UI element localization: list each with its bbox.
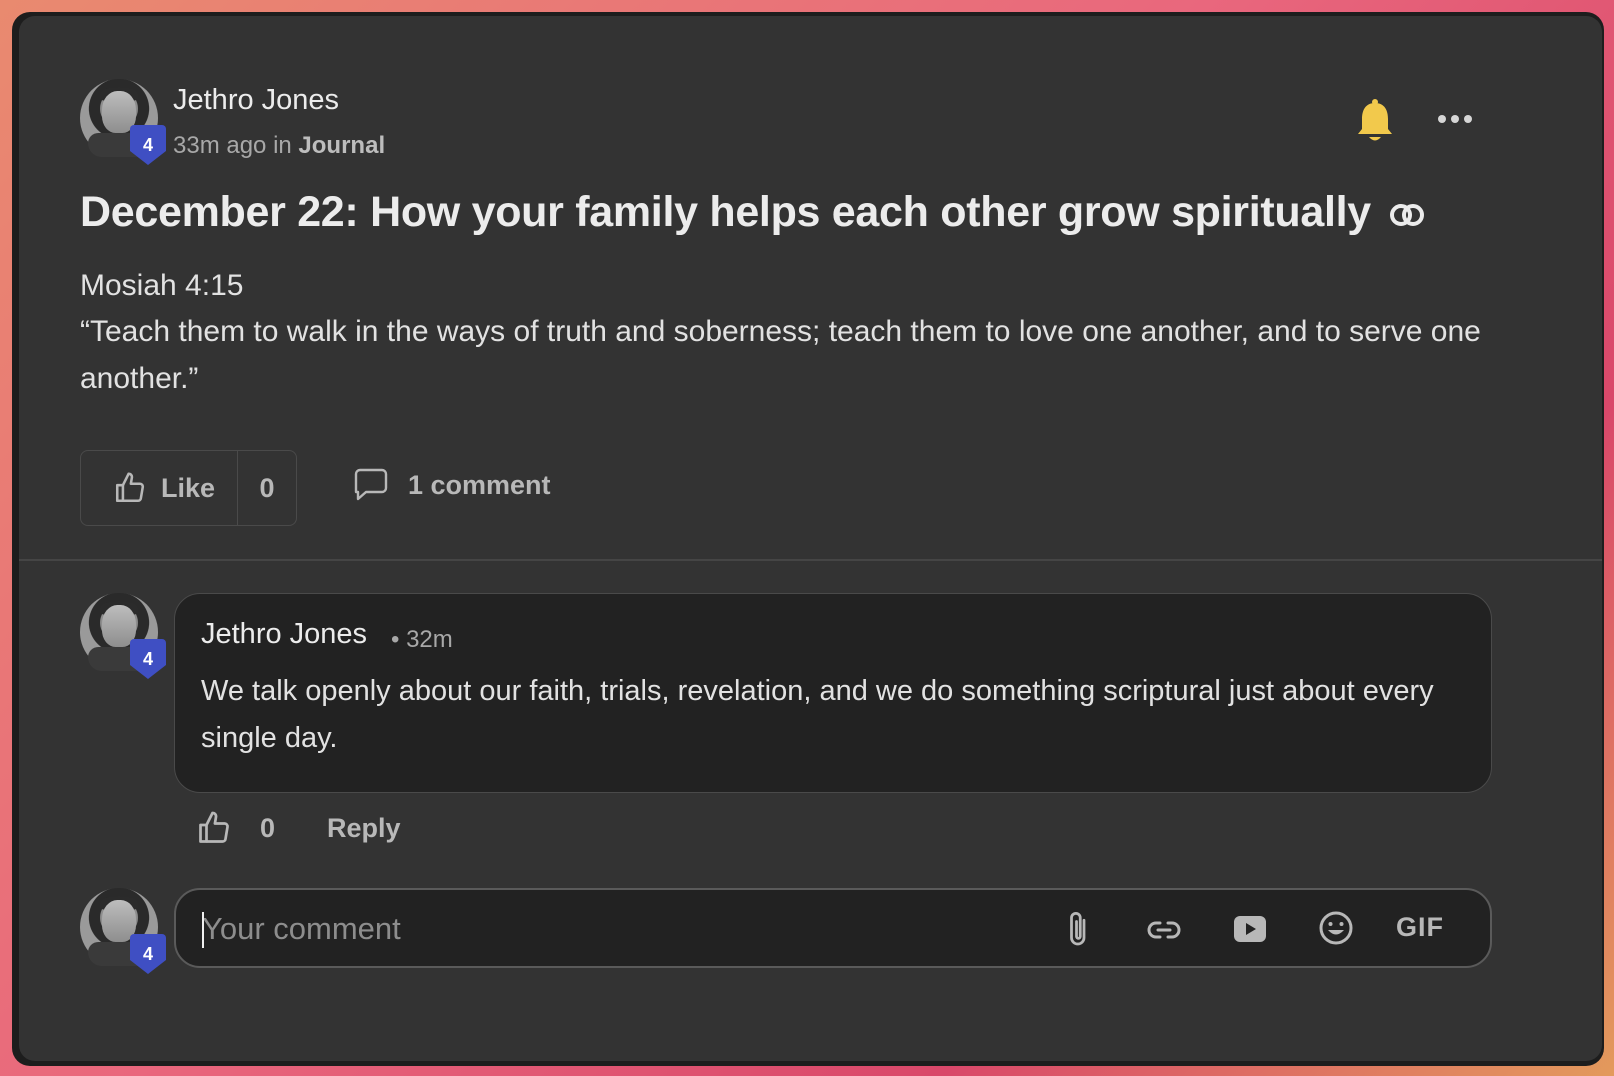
like-count[interactable]: 0 — [238, 473, 296, 504]
comment-input[interactable] — [200, 904, 1004, 954]
comment-actions: 0 Reply — [196, 810, 401, 846]
divider — [19, 559, 1602, 561]
reply-button[interactable]: Reply — [327, 813, 401, 844]
comment-like-icon[interactable] — [196, 810, 232, 846]
link-icon[interactable] — [1146, 914, 1182, 951]
level-badge: 4 — [130, 934, 166, 974]
post-body-quote: “Teach them to walk in the ways of truth… — [80, 315, 1481, 395]
post-body-reference: Mosiah 4:15 — [80, 269, 244, 302]
more-options-icon[interactable] — [1437, 112, 1473, 130]
paperclip-icon[interactable] — [1064, 910, 1094, 953]
level-badge: 4 — [130, 639, 166, 679]
like-label: Like — [161, 472, 216, 503]
level-badge: 4 — [130, 125, 166, 165]
rings-icon — [1389, 190, 1425, 239]
post-space-link[interactable]: Journal — [298, 132, 385, 159]
avatar[interactable]: 4 — [80, 79, 166, 165]
comments-button[interactable]: 1 comment — [352, 468, 551, 502]
bell-icon[interactable] — [1355, 98, 1395, 149]
comments-label: 1 comment — [408, 469, 551, 500]
comment-text: We talk openly about our faith, trials, … — [201, 675, 1434, 754]
post-card: 4 Jethro Jones 33m ago in Journal Decemb… — [19, 16, 1602, 1061]
comment-author-name[interactable]: Jethro Jones — [201, 618, 367, 651]
emoji-icon[interactable] — [1318, 910, 1354, 951]
comment-like-count: 0 — [260, 812, 276, 843]
composer-avatar: 4 — [80, 888, 166, 974]
video-icon[interactable] — [1232, 912, 1268, 951]
comment-bubble: Jethro Jones • 32m We talk openly about … — [174, 593, 1492, 793]
comment-icon — [354, 468, 388, 501]
post-title-text: December 22: How your family helps each … — [80, 188, 1371, 236]
post-meta: 33m ago in Journal — [173, 132, 385, 160]
post-author-name[interactable]: Jethro Jones — [173, 84, 339, 117]
comment-avatar[interactable]: 4 — [80, 593, 166, 679]
post-title: December 22: How your family helps each … — [80, 188, 1425, 239]
gif-button[interactable]: GIF — [1396, 912, 1444, 943]
post-time: 33m ago in — [173, 132, 292, 159]
comment-composer: GIF — [174, 888, 1492, 968]
like-button[interactable]: Like — [81, 451, 238, 525]
text-caret — [202, 912, 204, 948]
comment-time: • 32m — [391, 626, 453, 653]
like-button-group: Like 0 — [80, 450, 297, 526]
thumbs-up-icon — [115, 472, 145, 503]
